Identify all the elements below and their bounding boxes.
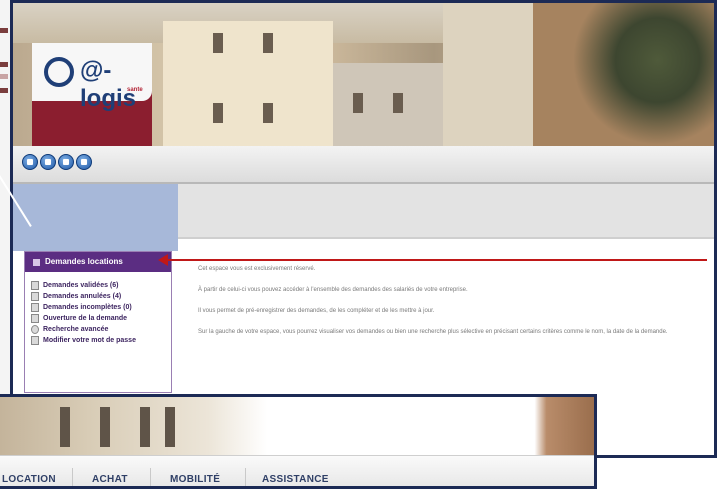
sidebar-item-label: Demandes annulées (4) <box>43 293 122 300</box>
welcome-text: Cet espace vous est exclusivement réserv… <box>198 265 708 349</box>
logo-at-icon <box>44 57 74 87</box>
sidebar-menu-title: Demandes locations <box>45 257 123 266</box>
sidebar-item-label: Ouverture de la demande <box>43 315 128 322</box>
sidebar-item-cancelled[interactable]: Demandes annulées (4) <box>31 291 171 302</box>
document-icon <box>31 292 39 301</box>
header-banner-photo: @-logis sante <box>13 3 714 146</box>
magnifier-icon <box>31 325 39 334</box>
nav-item-assistance[interactable]: ASSISTANCE <box>262 474 329 485</box>
nav-item-mobilite[interactable]: MOBILITÉ <box>170 474 220 485</box>
toolbar-button-4[interactable] <box>76 154 92 170</box>
sidebar-item-label: Demandes incomplètes (0) <box>43 304 132 311</box>
annotation-arrow-line <box>162 259 707 261</box>
document-edit-icon <box>31 336 39 345</box>
bottom-overlay-window: LOCATION ACHAT MOBILITÉ ASSISTANCE <box>0 394 597 489</box>
sidebar-item-advanced-search[interactable]: Recherche avancée <box>31 324 171 335</box>
logo-subtitle: sante <box>127 87 143 93</box>
document-icon <box>31 303 39 312</box>
nav-separator <box>245 468 246 486</box>
site-logo[interactable]: @-logis sante <box>32 43 152 146</box>
bottom-banner-photo <box>0 397 594 455</box>
menu-header-icon <box>33 258 40 266</box>
sidebar-item-incomplete[interactable]: Demandes incomplètes (0) <box>31 302 171 313</box>
document-icon <box>31 281 39 290</box>
sidebar-item-label: Demandes validées (6) <box>43 282 119 289</box>
sidebar-item-label: Modifier votre mot de passe <box>43 337 136 344</box>
zoomed-portal-window: @-logis sante Demandes locations Demande… <box>10 0 717 458</box>
toolbar-button-2[interactable] <box>40 154 56 170</box>
sidebar-item-change-password[interactable]: Modifier votre mot de passe <box>31 335 171 346</box>
sidebar-header-area <box>13 184 178 251</box>
content-header-band <box>178 184 714 237</box>
annotation-arrow-head-icon <box>158 254 168 266</box>
nav-separator <box>72 468 73 486</box>
sidebar-menu-header: Demandes locations <box>25 252 171 272</box>
nav-item-achat[interactable]: ACHAT <box>92 474 128 485</box>
paragraph: Sur la gauche de votre espace, vous pour… <box>198 329 668 335</box>
sidebar-item-validated[interactable]: Demandes validées (6) <box>31 280 171 291</box>
main-navigation: LOCATION ACHAT MOBILITÉ ASSISTANCE <box>0 455 594 486</box>
divider <box>178 237 714 239</box>
paragraph: Il vous permet de pré-enregistrer des de… <box>198 308 435 314</box>
sidebar-item-label: Recherche avancée <box>43 326 109 333</box>
nav-separator <box>150 468 151 486</box>
toolbar-button-3[interactable] <box>58 154 74 170</box>
document-edit-icon <box>31 314 39 323</box>
nav-item-location[interactable]: LOCATION <box>2 474 56 485</box>
toolbar <box>13 146 714 184</box>
toolbar-button-1[interactable] <box>22 154 38 170</box>
paragraph: À partir de celui-ci vous pouvez accéder… <box>198 287 468 293</box>
paragraph: Cet espace vous est exclusivement réserv… <box>198 266 316 272</box>
sidebar-item-open-request[interactable]: Ouverture de la demande <box>31 313 171 324</box>
logo-text: @-logis <box>80 57 137 112</box>
sidebar-menu: Demandes locations Demandes validées (6)… <box>24 251 172 393</box>
